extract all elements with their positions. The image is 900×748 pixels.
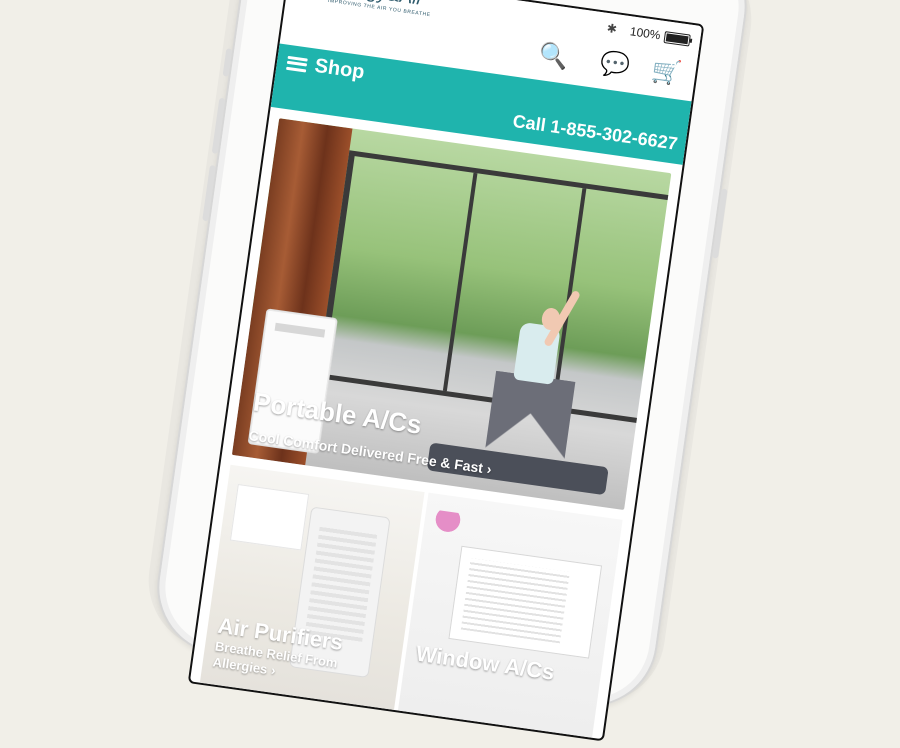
shelf (229, 484, 310, 551)
orchid-plant (430, 509, 462, 554)
call-link[interactable]: Call 1-855-302-6627 (511, 111, 679, 155)
cart-icon[interactable]: 🛒 (650, 56, 684, 89)
battery-percent: 100% (629, 24, 662, 43)
shop-menu-button[interactable]: Shop (285, 51, 366, 85)
tile-window-acs[interactable]: Window A/Cs (397, 492, 623, 738)
chat-icon[interactable]: 💬 (598, 48, 632, 81)
battery-icon (663, 31, 691, 47)
bluetooth-icon: ✱ (605, 21, 618, 37)
window-ac-product (448, 545, 603, 659)
brand-logo-mark (298, 0, 326, 2)
category-tiles: Air Purifiers Breathe Relief From Allerg… (199, 464, 623, 738)
chevron-right-icon: › (270, 662, 277, 679)
phone-screen: Allergy&Air IMPROVING THE AIR YOU BREATH… (187, 0, 705, 742)
hero-banner-portable-acs[interactable]: Portable A/Cs Cool Comfort Delivered Fre… (231, 118, 672, 511)
shop-label: Shop (313, 54, 366, 84)
search-icon[interactable]: 🔍 (537, 40, 571, 73)
tile-air-purifiers[interactable]: Air Purifiers Breathe Relief From Allerg… (199, 464, 425, 710)
menu-icon (286, 55, 308, 72)
